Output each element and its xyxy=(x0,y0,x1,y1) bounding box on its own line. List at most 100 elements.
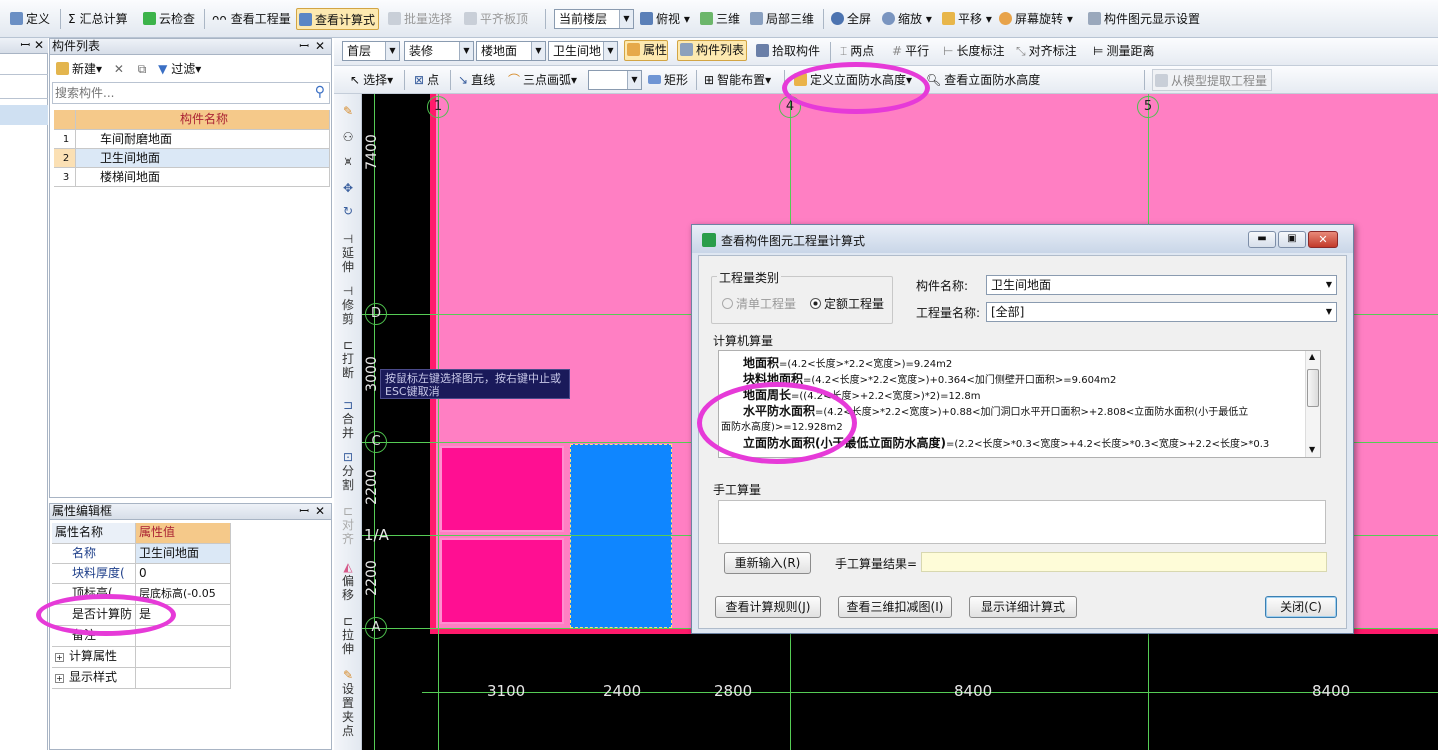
highlight-ellipse xyxy=(782,62,930,114)
display-style-group[interactable]: + 显示样式 xyxy=(52,668,136,689)
split-tool[interactable]: ⊡ 分割 xyxy=(338,450,358,492)
scroll-thumb[interactable] xyxy=(1307,369,1319,407)
top-view-button[interactable]: 俯视 ▾ xyxy=(638,8,690,30)
arc-button[interactable]: ⌒ 三点画弧▾ xyxy=(506,69,577,91)
expand-icon[interactable]: + xyxy=(55,674,64,683)
type-select[interactable]: 楼地面 ▼ xyxy=(476,41,546,61)
scroll-down-icon[interactable]: ▼ xyxy=(1309,445,1315,454)
mirror-icon[interactable]: ⩙ xyxy=(338,154,358,168)
batch-select-button[interactable]: 批量选择 xyxy=(386,8,452,30)
table-row[interactable]: 车间耐磨地面 xyxy=(76,130,330,149)
pan-button[interactable]: 平移 ▾ xyxy=(940,8,992,30)
3d-button[interactable]: 三维 xyxy=(698,8,740,30)
expand-icon[interactable]: + xyxy=(55,653,64,662)
row-number: 2 xyxy=(54,149,76,168)
new-button[interactable]: 新建▾ xyxy=(56,62,102,76)
axis-label: 1 xyxy=(427,96,449,118)
rotate-button[interactable]: 屏幕旋转 ▾ xyxy=(997,8,1073,30)
pin-icon[interactable]: ꟷ xyxy=(299,504,309,519)
maximize-button[interactable]: ▣ xyxy=(1278,231,1306,248)
move-icon[interactable]: ✥ xyxy=(338,181,358,195)
point-button[interactable]: ⊠ 点 xyxy=(412,69,439,91)
table-row[interactable]: 楼梯间地面 xyxy=(76,168,330,187)
quantity-name-select[interactable]: [全部] ▼ xyxy=(986,302,1337,322)
length-dim-button[interactable]: ⊢ 长度标注 xyxy=(941,40,1004,62)
view-quantity-button[interactable]: ᴖᴖ 查看工程量 xyxy=(210,8,291,30)
property-value[interactable]: 卫生间地面 xyxy=(136,544,231,564)
trim-tool[interactable]: ⊣ 修剪 xyxy=(338,284,358,326)
offset-tool[interactable]: ◭ 偏移 xyxy=(338,560,358,602)
view-rules-button[interactable]: 查看计算规则(J) xyxy=(715,596,821,618)
align-dim-button[interactable]: ⤡ 对齐标注 xyxy=(1014,40,1077,62)
search-icon[interactable]: ⚲ xyxy=(315,84,325,100)
component-name-select[interactable]: 卫生间地面 ▼ xyxy=(986,275,1337,295)
copy-icon[interactable]: ⧉ xyxy=(138,62,147,76)
two-points-button[interactable]: ⌶ 两点 xyxy=(838,40,874,62)
filter-button[interactable]: ▼ 过滤▾ xyxy=(158,62,201,76)
line-button[interactable]: ↘ 直线 xyxy=(456,69,495,91)
show-detail-formula-button[interactable]: 显示详细计算式 xyxy=(969,596,1077,618)
align-tool[interactable]: ⊏ 对齐 xyxy=(338,504,358,546)
pin-icon[interactable]: ꟷ xyxy=(299,39,309,54)
extract-from-model-button[interactable]: 从模型提取工程量 xyxy=(1152,69,1273,91)
local-3d-button[interactable]: 局部三维 xyxy=(748,8,814,30)
table-row[interactable]: 卫生间地面 xyxy=(76,149,330,168)
pick-component-button[interactable]: 拾取构件 xyxy=(754,40,820,62)
close-dialog-button[interactable]: 关闭(C) xyxy=(1265,596,1337,618)
manual-result-field[interactable] xyxy=(921,552,1327,572)
calc-property-group[interactable]: + 计算属性 xyxy=(52,647,136,668)
parallel-button[interactable]: # 平行 xyxy=(890,40,929,62)
merge-tool[interactable]: ⊐ 合并 xyxy=(338,398,358,440)
dimension-label: 3000 xyxy=(363,356,380,392)
fullscreen-icon xyxy=(831,12,844,25)
reenter-button[interactable]: 重新输入(R) xyxy=(724,552,811,574)
measure-button[interactable]: ⊨ 测量距离 xyxy=(1091,40,1154,62)
quota-quantity-radio[interactable]: 定额工程量 xyxy=(810,295,884,312)
properties-button[interactable]: 属性 xyxy=(624,40,669,61)
break-tool[interactable]: ⊏ 打断 xyxy=(338,338,358,380)
axis-label: C xyxy=(365,431,387,453)
rectangle-button[interactable]: 矩形 xyxy=(646,69,688,91)
smart-layout-button[interactable]: ⊞ 智能布置▾ xyxy=(702,69,771,91)
floor-select[interactable]: 首层 ▼ xyxy=(342,41,400,61)
zoom-button[interactable]: 缩放 ▾ xyxy=(880,8,932,30)
summary-calc-button[interactable]: Σ 汇总计算 xyxy=(66,8,128,30)
highlight-ellipse xyxy=(36,594,176,636)
copy-tool-icon[interactable]: ⚇ xyxy=(338,130,358,144)
select-button[interactable]: ↖ 选择▾ xyxy=(348,69,393,91)
current-floor-combo[interactable]: 当前楼层 ▼ xyxy=(554,9,634,29)
close-icon[interactable]: ✕ xyxy=(315,39,325,54)
view-formula-button[interactable]: 查看计算式 xyxy=(296,8,380,30)
component-search-input[interactable] xyxy=(53,83,303,103)
list-icon xyxy=(680,43,693,56)
close-button[interactable]: ✕ xyxy=(1308,231,1338,248)
extend-tool[interactable]: ⊣ 延伸 xyxy=(338,232,358,274)
dimension-label: 2800 xyxy=(714,682,753,700)
stretch-tool[interactable]: ⊏ 拉伸 xyxy=(338,614,358,656)
grip-tool[interactable]: ✎ 设置夹点 xyxy=(338,668,358,738)
scroll-up-icon[interactable]: ▲ xyxy=(1309,352,1315,361)
arc-mode-combo[interactable]: ▼ xyxy=(588,70,642,90)
selected-bathroom-floor[interactable] xyxy=(570,444,672,628)
cloud-check-button[interactable]: 云检查 xyxy=(141,8,195,30)
pen-icon[interactable]: ✎ xyxy=(338,104,358,118)
display-settings-button[interactable]: 构件图元显示设置 xyxy=(1086,8,1200,30)
delete-icon[interactable]: ✕ xyxy=(114,62,124,76)
minimize-button[interactable]: ▬ xyxy=(1248,231,1276,248)
view-3d-deduction-button[interactable]: 查看三维扣减图(I) xyxy=(838,596,952,618)
property-value[interactable]: 0 xyxy=(136,564,231,584)
extend-icon: ⊣ xyxy=(342,232,354,246)
category-select[interactable]: 装修 ▼ xyxy=(404,41,474,61)
element-select[interactable]: 卫生间地 ▼ xyxy=(548,41,618,61)
manual-calc-textbox[interactable] xyxy=(718,500,1326,544)
component-list-button[interactable]: 构件列表 xyxy=(677,40,748,61)
formula-scrollbar[interactable]: ▲ ▼ xyxy=(1305,351,1320,457)
list-quantity-radio[interactable]: 清单工程量 xyxy=(722,295,796,312)
room-block-lower xyxy=(440,538,564,624)
fullscreen-button[interactable]: 全屏 xyxy=(829,8,871,30)
define-button[interactable]: 定义 xyxy=(8,8,50,30)
align-slab-top-button[interactable]: 平齐板顶 xyxy=(462,8,528,30)
view-wall-waterproof-height-button[interactable]: 🔍︎ 查看立面防水高度 xyxy=(924,69,1040,91)
rotate-tool-icon[interactable]: ↻ xyxy=(338,204,358,218)
close-icon[interactable]: ✕ xyxy=(315,504,325,519)
